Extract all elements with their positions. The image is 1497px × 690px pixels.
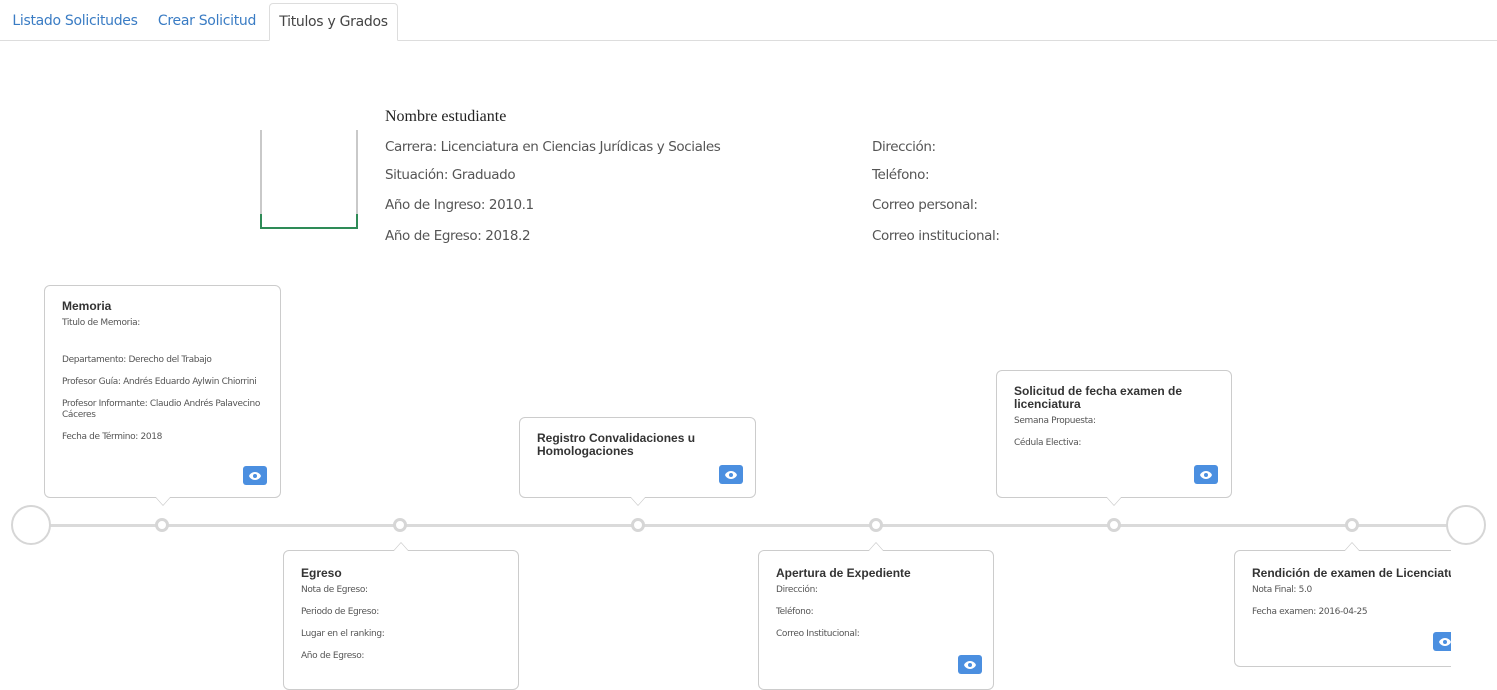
eye-icon bbox=[1200, 470, 1212, 479]
memoria-profesor-guia: Profesor Guía: Andrés Eduardo Aylwin Chi… bbox=[62, 377, 257, 387]
solicitud-fecha-view-button[interactable] bbox=[1194, 465, 1218, 484]
eye-icon bbox=[1439, 637, 1451, 646]
tab-listado-solicitudes[interactable]: Listado Solicitudes bbox=[5, 3, 145, 39]
convalidaciones-view-button[interactable] bbox=[719, 465, 743, 484]
timeline-node-memoria bbox=[155, 518, 169, 532]
memoria-view-button[interactable] bbox=[243, 466, 267, 485]
egreso-periodo: Periodo de Egreso: bbox=[301, 607, 379, 617]
tab-bar: Listado Solicitudes Crear Solicitud Titu… bbox=[0, 0, 1497, 41]
student-telefono: Teléfono: bbox=[872, 167, 930, 183]
rendicion-card: Rendición de examen de Licenciatu Nota F… bbox=[1234, 542, 1451, 667]
student-situacion: Situación: Graduado bbox=[385, 167, 516, 183]
rendicion-fecha: Fecha examen: 2016-04-25 bbox=[1252, 607, 1368, 617]
tab-crear-solicitud[interactable]: Crear Solicitud bbox=[148, 3, 266, 39]
timeline-node-egreso bbox=[393, 518, 407, 532]
convalidaciones-card: Registro Convalidaciones u Homologacione… bbox=[519, 417, 756, 506]
expediente-telefono: Teléfono: bbox=[776, 607, 814, 617]
student-photo bbox=[260, 130, 358, 229]
timeline-node-rendicion bbox=[1345, 518, 1359, 532]
solicitud-fecha-card: Solicitud de fecha examen de licenciatur… bbox=[996, 370, 1232, 506]
solicitud-fecha-semana: Semana Propuesta: bbox=[1014, 416, 1096, 426]
memoria-fecha-termino: Fecha de Término: 2018 bbox=[62, 432, 162, 442]
student-egreso: Año de Egreso: 2018.2 bbox=[385, 228, 531, 244]
convalidaciones-title: Registro Convalidaciones u Homologacione… bbox=[537, 431, 696, 458]
rendicion-nota: Nota Final: 5.0 bbox=[1252, 585, 1312, 595]
timeline-node-convalidaciones bbox=[631, 518, 645, 532]
student-correo-personal: Correo personal: bbox=[872, 197, 978, 213]
rendicion-title: Rendición de examen de Licenciatu bbox=[1252, 566, 1451, 580]
rendicion-view-button[interactable] bbox=[1433, 632, 1451, 651]
egreso-nota: Nota de Egreso: bbox=[301, 585, 368, 595]
student-name: Nombre estudiante bbox=[385, 108, 507, 125]
expediente-title: Apertura de Expediente bbox=[776, 566, 911, 580]
student-ingreso: Año de Ingreso: 2010.1 bbox=[385, 197, 534, 213]
eye-icon bbox=[249, 471, 261, 480]
timeline-line bbox=[30, 524, 1466, 527]
egreso-card: Egreso Nota de Egreso: Periodo de Egreso… bbox=[283, 542, 519, 690]
egreso-anio: Año de Egreso: bbox=[301, 651, 365, 661]
tab-titulos-y-grados[interactable]: Titulos y Grados bbox=[269, 3, 398, 41]
memoria-title: Memoria bbox=[62, 299, 112, 313]
expediente-correo: Correo Institucional: bbox=[776, 629, 860, 639]
timeline-node-expediente bbox=[869, 518, 883, 532]
expediente-card: Apertura de Expediente Dirección: Teléfo… bbox=[758, 542, 994, 690]
student-carrera: Carrera: Licenciatura en Ciencias Jurídi… bbox=[385, 139, 721, 155]
memoria-card: Memoria Titulo de Memoria: Departamento:… bbox=[44, 285, 281, 506]
eye-icon bbox=[964, 660, 976, 669]
egreso-ranking: Lugar en el ranking: bbox=[301, 629, 385, 639]
solicitud-fecha-title: Solicitud de fecha examen de licenciatur… bbox=[1014, 384, 1183, 411]
expediente-view-button[interactable] bbox=[958, 655, 982, 674]
student-direccion: Dirección: bbox=[872, 139, 936, 155]
rendicion-clip: Rendición de examen de Licenciatu Nota F… bbox=[1233, 540, 1451, 673]
memoria-departamento: Departamento: Derecho del Trabajo bbox=[62, 355, 212, 365]
solicitud-fecha-cedula: Cédula Electiva: bbox=[1014, 438, 1082, 448]
timeline-node-solicitud-fecha bbox=[1107, 518, 1121, 532]
memoria-profesor-informante: Profesor Informante: Claudio Andrés Pala… bbox=[62, 399, 260, 420]
memoria-titulo: Titulo de Memoria: bbox=[62, 318, 140, 328]
expediente-direccion: Dirección: bbox=[776, 585, 818, 595]
egreso-title: Egreso bbox=[301, 566, 342, 580]
timeline-start-cap bbox=[11, 505, 51, 545]
eye-icon bbox=[725, 470, 737, 479]
student-correo-institucional: Correo institucional: bbox=[872, 228, 1000, 244]
timeline-end-cap bbox=[1446, 505, 1486, 545]
